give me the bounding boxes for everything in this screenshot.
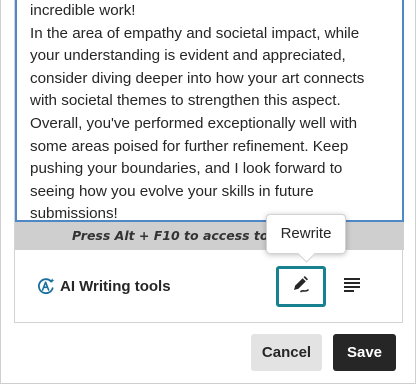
- rewrite-tooltip: Rewrite: [266, 214, 346, 254]
- editor-line: incredible work!: [30, 2, 136, 19]
- pen-icon: [291, 274, 311, 299]
- ai-writing-tools-label: AI Writing tools: [60, 277, 171, 295]
- save-button[interactable]: Save: [333, 334, 396, 371]
- align-left-icon: [343, 276, 361, 297]
- ai-sparkle-icon: [37, 277, 55, 295]
- editor-line: with societal themes to strengthen this …: [30, 92, 341, 110]
- editor-line: your understanding is evident and apprec…: [30, 47, 346, 65]
- rewrite-button[interactable]: [276, 266, 326, 307]
- cancel-button[interactable]: Cancel: [251, 334, 322, 371]
- editor-line: pushing your boundaries, and I look forw…: [30, 160, 343, 178]
- feedback-editor: incredible work! In the area of empathy …: [14, 0, 404, 323]
- align-button[interactable]: [336, 268, 368, 304]
- ai-writing-tools-button[interactable]: AI Writing tools: [37, 275, 171, 297]
- feedback-text-area[interactable]: incredible work! In the area of empathy …: [15, 0, 404, 222]
- editor-line: seeing how you evolve your skills in fut…: [30, 182, 314, 200]
- editor-line: In the area of empathy and societal impa…: [30, 24, 360, 42]
- editor-line: consider diving deeper into how your art…: [30, 69, 365, 87]
- feedback-dialog: incredible work! In the area of empathy …: [0, 0, 416, 384]
- editor-line: Overall, you've performed exceptionally …: [30, 114, 358, 132]
- editor-toolbar: AI Writing tools: [15, 250, 402, 322]
- editor-line: some areas poised for further refinement…: [30, 137, 349, 155]
